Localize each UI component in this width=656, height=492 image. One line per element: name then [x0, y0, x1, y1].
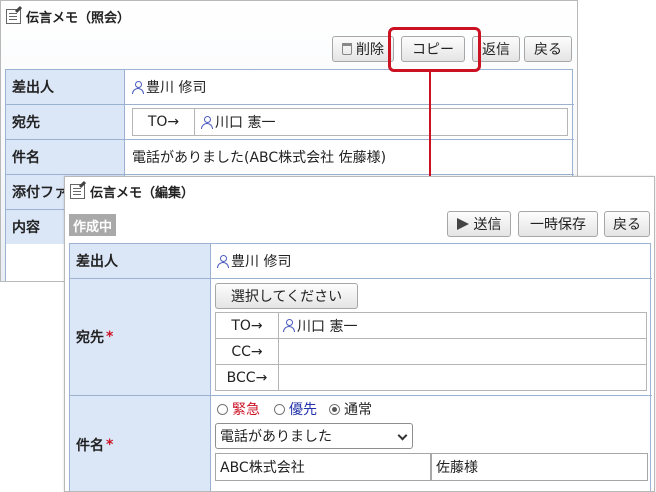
sender-name[interactable]: 豊川 修司 [146, 77, 206, 97]
bcc-label: BCC→ [216, 365, 279, 390]
back-button-label: 戻る [613, 217, 641, 233]
temp-save-label: 一時保存 [530, 217, 586, 233]
chevron-down-icon [397, 430, 408, 441]
company-input[interactable]: ABC株式会社 [215, 453, 431, 481]
person-icon [201, 115, 213, 129]
trash-icon [342, 43, 352, 55]
sender-label: 差出人 [6, 70, 124, 104]
recipient-label-text: 宛先 [76, 330, 104, 346]
window-title: 伝言メモ（編集） [70, 182, 194, 201]
memo-edit-window: 伝言メモ（編集） 作成中 送信 一時保存 戻る 差出人 宛先 * 件名 * 豊川… [64, 176, 655, 492]
sender-value: 豊川 修司 [217, 250, 291, 272]
priority-urgent-label: 緊急 [232, 402, 260, 418]
recipient-label: 宛先 [6, 105, 124, 139]
recipient-name[interactable]: 川口 憲一 [215, 112, 275, 132]
required-mark: * [106, 437, 114, 453]
priority-high[interactable]: 優先 [274, 399, 317, 419]
recipient-value: 川口 憲一 [201, 109, 275, 135]
subject-template-select[interactable]: 電話がありました [215, 423, 413, 449]
sender-label: 差出人 [70, 244, 210, 278]
status-badge: 作成中 [69, 214, 117, 236]
to-value: 川口 憲一 [279, 313, 646, 339]
window-title-text: 伝言メモ（照会） [26, 11, 131, 26]
send-icon [456, 218, 469, 230]
person-icon [217, 254, 229, 268]
sender-value: 豊川 修司 [132, 76, 206, 98]
recipient-list: TO→ 川口 憲一 CC→ BCC→ [215, 312, 647, 391]
delete-button[interactable]: 削除 [332, 36, 394, 62]
priority-urgent[interactable]: 緊急 [217, 399, 260, 419]
radio-selected-icon [329, 403, 340, 415]
person-input[interactable]: 佐藤様 [431, 453, 648, 481]
recipient-label: 宛先 * [70, 279, 210, 395]
cc-label: CC→ [216, 339, 279, 365]
subject-label: 件名 [6, 140, 124, 174]
priority-normal-label: 通常 [344, 402, 372, 418]
flow-arrow-line [429, 72, 431, 180]
window-title: 伝言メモ（照会） [6, 7, 130, 26]
recipient-list: TO→ 川口 憲一 [132, 108, 568, 136]
send-button[interactable]: 送信 [447, 211, 511, 237]
priority-group: 緊急 優先 通常 [217, 399, 372, 419]
person-icon [283, 319, 295, 332]
priority-normal[interactable]: 通常 [329, 399, 372, 419]
select-recipient-label: 選択してください [230, 289, 343, 305]
send-button-label: 送信 [473, 217, 502, 233]
cc-value[interactable] [279, 339, 646, 365]
priority-high-label: 優先 [289, 402, 317, 418]
subject-value: 電話がありました(ABC株式会社 佐藤様) [132, 150, 387, 166]
bcc-value[interactable] [279, 365, 646, 390]
radio-icon [274, 403, 285, 415]
delete-button-label: 削除 [356, 42, 384, 58]
memo-edit-icon [6, 9, 21, 24]
back-button[interactable]: 戻る [604, 211, 650, 237]
to-recipient-name[interactable]: 川口 憲一 [297, 316, 357, 336]
person-icon [132, 80, 144, 94]
radio-icon [217, 403, 228, 415]
back-button[interactable]: 戻る [524, 36, 572, 62]
subject-template-value: 電話がありました [220, 429, 332, 445]
reply-button-label: 返信 [482, 42, 510, 58]
window-title-text: 伝言メモ（編集） [90, 186, 195, 201]
subject-label-text: 件名 [76, 438, 104, 454]
subject-label: 件名 * [70, 396, 210, 491]
back-button-label: 戻る [534, 42, 562, 58]
memo-edit-icon [70, 184, 85, 199]
sender-name[interactable]: 豊川 修司 [231, 251, 291, 271]
temp-save-button[interactable]: 一時保存 [518, 211, 598, 237]
to-label: TO→ [133, 109, 195, 135]
to-label: TO→ [216, 313, 279, 339]
edit-table: 差出人 宛先 * 件名 * 豊川 修司 選択してください TO→ 川口 憲一 C… [69, 243, 652, 491]
copy-highlight [388, 27, 481, 72]
select-recipient-button[interactable]: 選択してください [215, 283, 358, 309]
required-mark: * [106, 329, 114, 345]
